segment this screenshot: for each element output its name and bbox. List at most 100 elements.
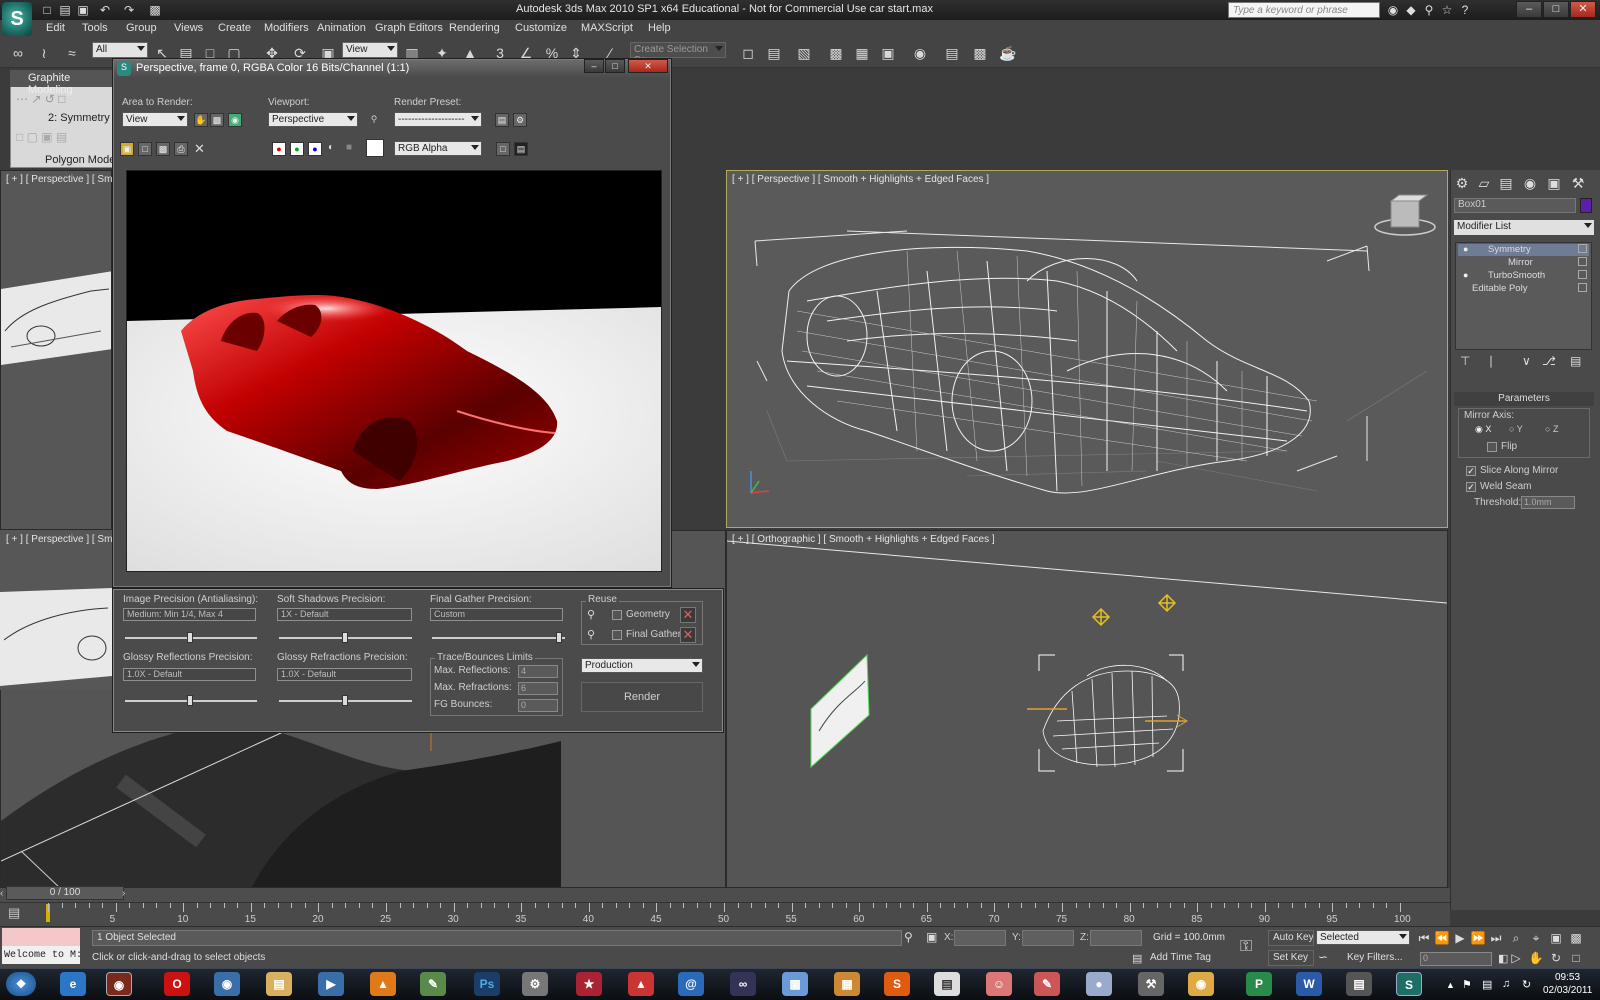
menu-maxscript[interactable]: MAXScript [581, 22, 633, 34]
monochrome-icon[interactable]: ■ [346, 142, 352, 153]
viewport-perspective-label[interactable]: [ + ] [ Perspective ] [ Smooth + Highlig… [732, 174, 989, 185]
stack-item-editable-poly[interactable]: Editable Poly [1458, 283, 1589, 295]
photoshop-icon[interactable]: Ps [474, 972, 500, 996]
paint-icon[interactable]: ✎ [420, 972, 446, 996]
slice-along-mirror-checkbox[interactable]: ✓ [1466, 466, 1476, 476]
app-icon-triangle[interactable]: ▲ [628, 972, 654, 996]
flip-checkbox[interactable] [1487, 442, 1497, 452]
pin-stack-icon[interactable]: ⊤ [1460, 354, 1470, 368]
clear-geometry-cache-button[interactable]: ✕ [680, 607, 696, 623]
key-mode-toggle-icon[interactable]: ◧ [1498, 952, 1508, 965]
alpha-channel-icon[interactable]: ◐ [328, 142, 334, 153]
app-icon-swirl[interactable]: @ [678, 972, 704, 996]
render-window-minimize[interactable]: – [584, 59, 604, 73]
viewport-perspective[interactable] [726, 170, 1448, 528]
app-icon-publisher[interactable]: P [1246, 972, 1272, 996]
render-window-maximize[interactable]: □ [605, 59, 625, 73]
stack-toggle-box[interactable] [1578, 283, 1587, 292]
render-mode-dropdown[interactable]: Production [581, 658, 703, 673]
bulb-icon[interactable]: ● [1463, 244, 1468, 254]
menu-animation[interactable]: Animation [317, 22, 366, 34]
viewport-top-left[interactable] [0, 170, 112, 530]
render-button[interactable]: Render [581, 682, 703, 712]
app-icon-pencil[interactable]: ✎ [1034, 972, 1060, 996]
render-preset-dropdown[interactable]: -------------------- [394, 112, 482, 127]
app-icon-grid[interactable]: ▦ [834, 972, 860, 996]
configure-sets-icon[interactable]: ▤ [1570, 354, 1581, 368]
reuse-geometry-checkbox[interactable] [612, 610, 622, 620]
tray-arrow-icon[interactable]: ▲ [1446, 980, 1455, 990]
tray-network-icon[interactable]: ▤ [1482, 978, 1492, 991]
blue-channel-toggle[interactable]: ● [308, 142, 322, 156]
app-icon-ball[interactable]: ● [1086, 972, 1112, 996]
media-player-icon[interactable]: ▶ [318, 972, 344, 996]
image-precision-slider-knob[interactable] [187, 632, 193, 643]
menu-customize[interactable]: Customize [515, 22, 567, 34]
add-time-tag[interactable]: Add Time Tag [1150, 952, 1211, 963]
utilities-tab-icon[interactable]: ⚒ [1569, 174, 1587, 192]
motion-tab-icon[interactable]: ◉ [1521, 174, 1539, 192]
zoom-icon[interactable]: ⌕ [1508, 930, 1524, 946]
show-end-result-icon[interactable]: ∣ [1488, 354, 1494, 368]
render-setup-icon[interactable]: ▤ [942, 43, 962, 63]
app-icon-tools[interactable]: ⚒ [1138, 972, 1164, 996]
internet-explorer-icon[interactable]: e [60, 972, 86, 996]
display-channel-dropdown[interactable]: RGB Alpha [394, 141, 482, 156]
z-coord-field[interactable] [1090, 930, 1142, 946]
default-tangent-icon[interactable]: ∽ [1318, 950, 1328, 964]
soft-shadows-slider-knob[interactable] [342, 632, 348, 643]
named-selection-dropdown[interactable]: Create Selection Se [630, 42, 726, 66]
set-key-button[interactable]: Set Key [1268, 950, 1314, 966]
open-file-icon[interactable]: ▤ [58, 3, 72, 17]
lock-viewport-icon[interactable]: ⚲ [367, 113, 381, 127]
next-frame-icon[interactable]: ⏩ [1470, 930, 1486, 946]
app-icon-flame[interactable]: ★ [576, 972, 602, 996]
menu-graph-editors[interactable]: Graph Editors [375, 22, 443, 34]
menu-views[interactable]: Views [174, 22, 203, 34]
redo-icon[interactable]: ↷ [122, 3, 136, 17]
stack-item-mirror[interactable]: Mirror [1458, 257, 1589, 269]
lock-final-gather-icon[interactable]: ⚲ [587, 628, 595, 641]
minimize-button[interactable]: – [1516, 1, 1542, 18]
tray-volume-icon[interactable]: ♫ [1502, 978, 1510, 990]
layer-manager-icon[interactable]: ▧ [794, 43, 814, 63]
final-gather-field[interactable]: Custom [430, 608, 563, 621]
reuse-final-gather-checkbox[interactable] [612, 630, 622, 640]
auto-region-icon[interactable]: ▩ [210, 113, 224, 127]
maximize-button[interactable]: □ [1543, 1, 1569, 18]
search-input[interactable]: Type a keyword or phrase [1228, 2, 1380, 18]
display-tab-icon[interactable]: ▣ [1545, 174, 1563, 192]
max-reflections-spinner[interactable]: 4 [518, 665, 558, 678]
soft-shadows-field[interactable]: 1X - Default [277, 608, 412, 621]
stack-toggle-box[interactable] [1578, 244, 1587, 253]
app-logo-icon[interactable]: S [2, 2, 32, 36]
prev-frame-arrow-icon[interactable]: ‹ [0, 888, 3, 899]
weld-seam-checkbox[interactable]: ✓ [1466, 482, 1476, 492]
time-tag-icon[interactable]: ▤ [1132, 952, 1142, 965]
binoculars-icon[interactable]: ◉ [1386, 3, 1400, 17]
glossy-refractions-slider-knob[interactable] [342, 695, 348, 706]
red-channel-toggle[interactable]: ● [272, 142, 286, 156]
selection-lock-icon[interactable]: ⚲ [904, 930, 913, 944]
viewport-bottom-left-label[interactable]: [ + ] [ Perspective ] [ Smoo [6, 534, 124, 545]
glossy-refractions-field[interactable]: 1.0X - Default [277, 668, 412, 681]
green-channel-toggle[interactable]: ● [290, 142, 304, 156]
tray-flag-icon[interactable]: ⚑ [1462, 978, 1472, 991]
save-image-icon[interactable]: ▣ [120, 142, 134, 156]
viewport-dropdown[interactable]: Perspective [268, 112, 358, 127]
ribbon-tool-icons-2[interactable]: □ ▢ ▣ ▤ [16, 130, 112, 148]
3dsmax-taskbar-icon[interactable]: S [1396, 972, 1422, 996]
toggle-ui-icon[interactable]: ▤ [514, 142, 528, 156]
remove-modifier-icon[interactable]: ⎇ [1542, 354, 1556, 368]
make-unique-icon[interactable]: ∨ [1522, 354, 1531, 368]
go-to-end-icon[interactable]: ⏭ [1488, 930, 1504, 946]
menu-help[interactable]: Help [648, 22, 671, 34]
key-filters-button[interactable]: Key Filters... [1342, 950, 1410, 966]
help-icon[interactable]: ? [1458, 3, 1472, 17]
bulb-icon[interactable]: ● [1463, 270, 1468, 280]
object-name-field[interactable]: Box01 [1454, 198, 1576, 213]
tray-sync-icon[interactable]: ↻ [1522, 978, 1531, 991]
modifier-list-dropdown[interactable]: Modifier List [1454, 220, 1594, 235]
orbit-icon[interactable]: ↻ [1548, 950, 1564, 966]
ribbon-tab-graphite[interactable]: Graphite Modeling [10, 70, 115, 96]
